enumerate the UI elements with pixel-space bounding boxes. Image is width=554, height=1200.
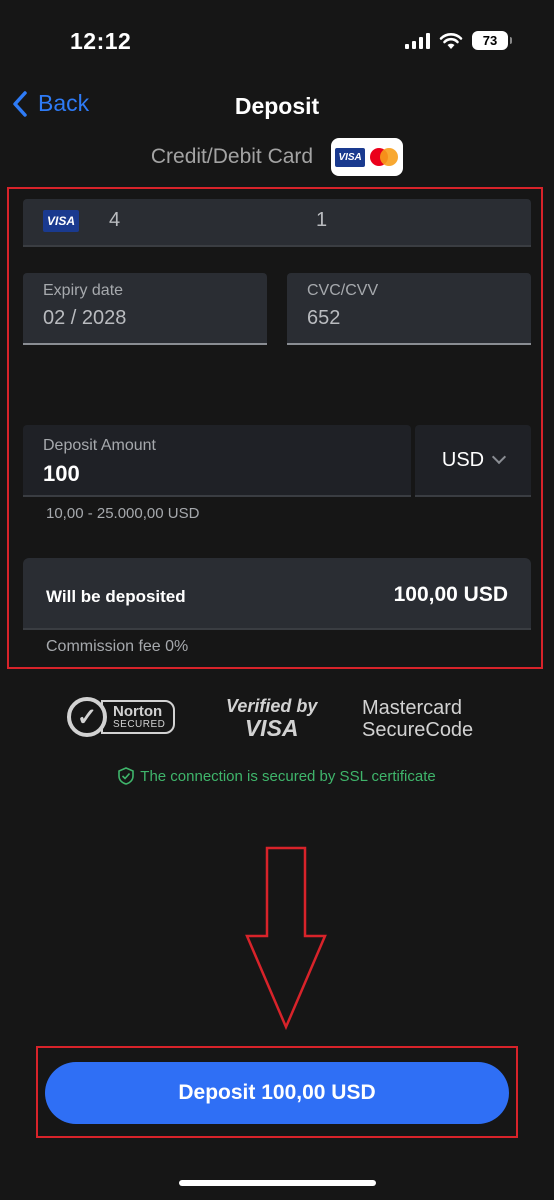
cvc-field[interactable]: CVC/CVV 652 [287,273,531,345]
card-brands-badge: VISA [331,138,404,176]
page-title: Deposit [234,93,320,119]
chevron-down-icon [492,449,507,465]
ssl-text: The connection is secured by SSL certifi… [140,767,436,785]
ssl-notice: The connection is secured by SSL certifi… [0,767,554,785]
shield-check-icon [118,767,135,785]
deposit-amount-label: Deposit Amount [43,437,156,454]
wifi-icon [439,32,463,49]
cellular-signal-icon [405,32,430,49]
home-indicator[interactable] [179,1180,376,1186]
card-number-end: 1 [316,209,328,231]
summary-label: Will be deposited [46,587,186,606]
mastercard-logo-icon [369,148,398,166]
card-number-field[interactable]: VISA 4 1 [23,199,531,247]
cvc-value: 652 [307,307,341,329]
annotation-down-arrow-icon [245,846,327,1031]
payment-method-label: Credit/Debit Card [150,145,314,168]
deposit-summary: Will be deposited 100,00 USD [23,558,531,630]
currency-select[interactable]: USD [415,425,531,497]
battery-icon: 73 [472,31,512,50]
expiry-date-label: Expiry date [43,282,124,299]
checkmark-icon: ✓ [67,697,107,737]
norton-subtitle: SECURED [113,718,166,730]
status-icons: 73 [405,31,512,50]
verified-by-visa-logo: Verified by VISA [226,697,317,740]
mastercard-securecode-logo: Mastercard SecureCode [362,697,473,741]
expiry-date-field[interactable]: Expiry date 02 / 2028 [23,273,267,345]
visa-card-icon: VISA [43,210,80,232]
mc-line2: SecureCode [362,719,474,741]
amount-range-hint: 10,00 - 25.000,00 USD [46,505,200,522]
norton-secured-logo: ✓ Norton SECURED [67,697,176,737]
summary-value: 100,00 USD [393,583,508,606]
vbv-line1: Verified by [226,696,318,716]
mc-line1: Mastercard [362,697,463,719]
deposit-amount-field[interactable]: Deposit Amount 100 [23,425,411,497]
vbv-line2: VISA [244,715,299,741]
cvc-label: CVC/CVV [307,282,379,299]
payment-method-header: Credit/Debit Card VISA [0,138,554,176]
deposit-button[interactable]: Deposit 100,00 USD [45,1062,509,1124]
card-number-start: 4 [109,209,121,231]
norton-title: Norton [113,702,163,720]
currency-value: USD [441,448,485,471]
deposit-amount-value: 100 [43,461,80,486]
status-time: 12:12 [70,28,132,54]
commission-fee: Commission fee 0% [46,638,189,655]
expiry-date-value: 02 / 2028 [43,307,127,329]
visa-logo-icon: VISA [335,147,365,167]
